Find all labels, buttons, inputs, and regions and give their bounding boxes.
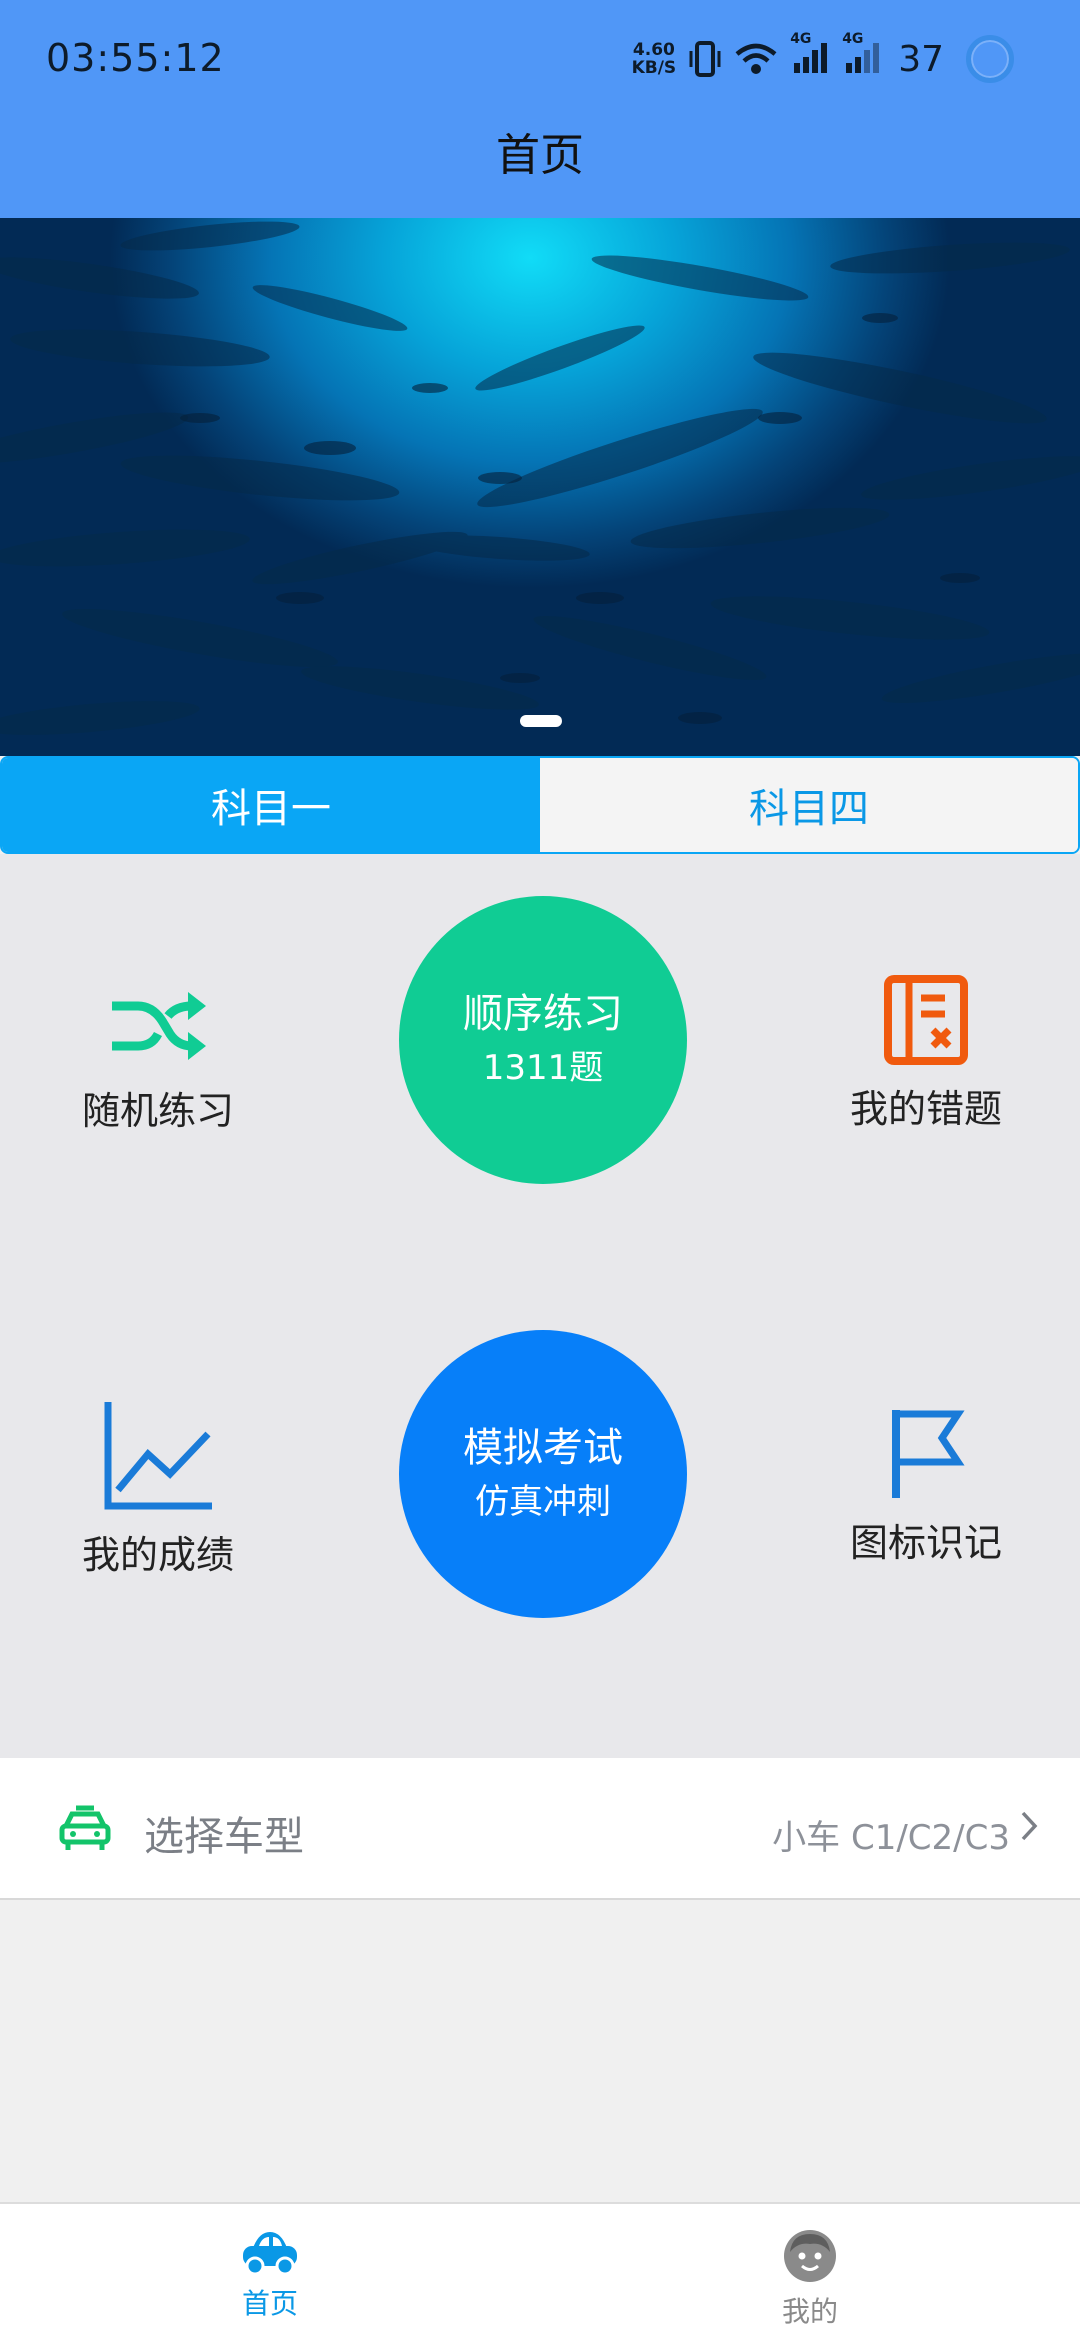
random-practice-label: 随机练习 xyxy=(81,1089,234,1133)
car-type-selector[interactable]: 选择车型 小车 C1/C2/C3 xyxy=(0,1758,1080,1900)
flag-icon xyxy=(892,1410,965,1498)
battery-ring-icon xyxy=(966,35,1014,83)
car-home-icon xyxy=(243,2232,297,2276)
my-mistakes-button[interactable]: 我的错题 xyxy=(786,974,1066,1133)
tab-subject-four[interactable]: 科目四 xyxy=(540,758,1078,852)
sequential-practice-button[interactable]: 顺序练习 1311题 xyxy=(399,896,687,1184)
vibrate-icon xyxy=(689,41,721,77)
signal-2-label: 4G xyxy=(842,31,864,47)
bottom-navigation: 首页 我的 xyxy=(0,2202,1080,2340)
mock-exam-subtitle: 仿真冲刺 xyxy=(475,1482,611,1522)
random-practice-button[interactable]: 随机练习 xyxy=(18,984,298,1135)
sequential-practice-count: 1311题 xyxy=(482,1048,604,1088)
car-type-label: 选择车型 xyxy=(144,1814,304,1860)
banner-image xyxy=(0,221,1080,735)
banner-carousel[interactable] xyxy=(0,218,1080,756)
avatar-icon xyxy=(784,2230,836,2282)
signal-icon-1: 4G xyxy=(790,31,830,81)
network-speed: 4.60 KB/S xyxy=(632,41,677,77)
network-speed-value: 4.60 xyxy=(632,40,675,60)
mock-exam-title: 模拟考试 xyxy=(463,1425,623,1471)
nav-profile-label: 我的 xyxy=(781,2295,838,2328)
app-header: 首页 xyxy=(0,120,1080,218)
tab-subject-one[interactable]: 科目一 xyxy=(2,758,540,852)
page-title: 首页 xyxy=(496,130,584,181)
car-icon xyxy=(59,1805,111,1850)
chevron-right-icon xyxy=(1021,1811,1038,1841)
mistake-book-icon xyxy=(884,975,968,1065)
signal-icon-2: 4G xyxy=(842,31,882,81)
line-chart-icon xyxy=(104,1402,212,1510)
nav-home-label: 首页 xyxy=(241,2287,298,2320)
sequential-practice-title: 顺序练习 xyxy=(463,991,623,1037)
my-scores-label: 我的成绩 xyxy=(81,1533,234,1577)
practice-area: 随机练习 顺序练习 1311题 我的错题 模拟考试 仿真冲刺 我的成绩 图标识记 xyxy=(0,854,1080,1758)
car-type-value: 小车 C1/C2/C3 xyxy=(772,1818,1010,1858)
subject-tabs: 科目一 科目四 xyxy=(0,756,1080,854)
network-speed-unit: KB/S xyxy=(631,58,677,78)
signal-1-label: 4G xyxy=(790,31,812,47)
my-scores-button[interactable]: 我的成绩 xyxy=(18,1398,298,1579)
sign-recognition-button[interactable]: 图标识记 xyxy=(786,1406,1066,1567)
battery-level: 37 xyxy=(898,38,944,80)
wifi-icon xyxy=(735,43,777,74)
sign-recognition-label: 图标识记 xyxy=(849,1521,1002,1565)
shuffle-icon xyxy=(112,992,206,1060)
carousel-indicator[interactable] xyxy=(520,715,562,727)
status-icons: 4.60 KB/S 4G 4G 37 xyxy=(632,28,1014,90)
nav-home[interactable]: 首页 xyxy=(0,2204,540,2340)
my-mistakes-label: 我的错题 xyxy=(849,1087,1002,1131)
status-bar: 03:55:12 4.60 KB/S 4G 4G 37 xyxy=(0,0,1080,120)
nav-profile[interactable]: 我的 xyxy=(540,2204,1080,2340)
mock-exam-button[interactable]: 模拟考试 仿真冲刺 xyxy=(399,1330,687,1618)
status-time: 03:55:12 xyxy=(46,36,225,80)
